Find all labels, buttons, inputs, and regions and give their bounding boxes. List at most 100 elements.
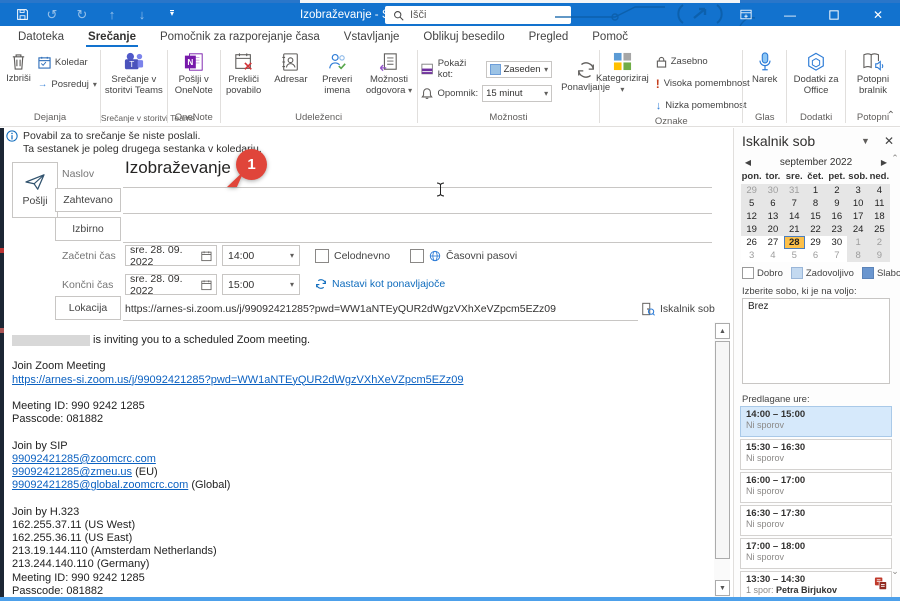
- calendar-day[interactable]: 27: [762, 236, 783, 249]
- calendar-day[interactable]: 29: [805, 236, 826, 249]
- minimize-button[interactable]: —: [768, 3, 812, 26]
- all-day-checkbox[interactable]: Celodnevno: [315, 249, 390, 263]
- calendar-day[interactable]: 31: [784, 184, 805, 197]
- suggested-time-slot[interactable]: 17:00 – 18:00 Ni sporov: [740, 538, 892, 569]
- calendar-day[interactable]: 26: [741, 236, 762, 249]
- low-importance-button[interactable]: ↓ Nizka pomembnost: [656, 96, 750, 115]
- calendar-day[interactable]: 6: [805, 249, 826, 262]
- message-body[interactable]: is inviting you to a scheduled Zoom meet…: [12, 334, 702, 598]
- ribbon-tab[interactable]: Pomočnik za razporejanje časa: [148, 26, 332, 47]
- calendar-day[interactable]: 9: [826, 197, 847, 210]
- collapse-ribbon-icon[interactable]: ⌃: [887, 110, 895, 121]
- categorize-button[interactable]: Kategoriziraj▾: [593, 49, 652, 95]
- redo-icon[interactable]: ↻: [74, 7, 90, 23]
- undo-icon[interactable]: ↺: [44, 7, 60, 23]
- send-to-onenote-button[interactable]: N Pošlji v OneNote: [168, 49, 220, 96]
- calendar-day[interactable]: 3: [847, 184, 868, 197]
- calendar-button[interactable]: Koledar: [38, 53, 97, 72]
- customize-toolbar-icon[interactable]: ▾: [164, 6, 180, 22]
- maximize-button[interactable]: [812, 3, 856, 26]
- ribbon-tab[interactable]: Srečanje: [76, 26, 148, 47]
- start-time-select[interactable]: 14:00 ▾: [222, 245, 300, 266]
- sidebar-scroll-up-icon[interactable]: ⌃: [890, 153, 900, 164]
- calendar-day[interactable]: 6: [762, 197, 783, 210]
- calendar-day[interactable]: 12: [741, 210, 762, 223]
- immersive-reader-button[interactable]: Potopni bralnik: [846, 49, 900, 96]
- calendar-day[interactable]: 24: [847, 223, 868, 236]
- scroll-thumb[interactable]: [715, 341, 730, 559]
- calendar-day[interactable]: 29: [741, 184, 762, 197]
- forward-button[interactable]: → Posreduj ▾: [38, 75, 97, 94]
- calendar-day[interactable]: 1: [847, 236, 868, 249]
- calendar-day[interactable]: 8: [805, 197, 826, 210]
- ribbon-tab[interactable]: Datoteka: [6, 26, 76, 47]
- scroll-up-arrow[interactable]: ▲: [715, 323, 730, 339]
- calendar-day[interactable]: 30: [762, 184, 783, 197]
- optional-attendees-button[interactable]: Izbirno: [55, 217, 121, 241]
- start-date-picker[interactable]: sre. 28. 09. 2022: [125, 245, 217, 266]
- body-link[interactable]: 99092421285@zoomcrc.com: [12, 453, 156, 465]
- body-link[interactable]: 99092421285@global.zoomcrc.com: [12, 479, 188, 491]
- calendar-day[interactable]: 17: [847, 210, 868, 223]
- reminder-select[interactable]: 15 minut ▾: [482, 85, 552, 102]
- suggested-time-slot[interactable]: 14:00 – 15:00 Ni sporov: [740, 406, 892, 437]
- ribbon-display-icon[interactable]: [724, 3, 768, 26]
- calendar-day[interactable]: 2: [826, 184, 847, 197]
- show-as-select[interactable]: Zaseden ▾: [486, 61, 553, 78]
- prev-month-arrow[interactable]: ◀: [742, 158, 754, 167]
- calendar-day[interactable]: 7: [826, 249, 847, 262]
- calendar-day[interactable]: 1: [805, 184, 826, 197]
- calendar-day[interactable]: 20: [762, 223, 783, 236]
- end-date-picker[interactable]: sre. 28. 09. 2022: [125, 274, 217, 295]
- calendar-day[interactable]: 13: [762, 210, 783, 223]
- suggested-time-slot[interactable]: 16:30 – 17:30 Ni sporov: [740, 505, 892, 536]
- calendar-day[interactable]: 16: [826, 210, 847, 223]
- body-link[interactable]: https://arnes-si.zoom.us/j/99092421285?p…: [12, 374, 464, 386]
- suggested-time-slot[interactable]: 16:00 – 17:00 Ni sporov: [740, 472, 892, 503]
- send-button[interactable]: Pošlji: [12, 162, 58, 218]
- panel-dropdown-icon[interactable]: ▼: [861, 136, 870, 146]
- save-icon[interactable]: [14, 7, 30, 23]
- required-attendees-button[interactable]: Zahtevano: [55, 188, 121, 212]
- suggested-time-slot[interactable]: 13:30 – 14:30 1 spor: Petra Birjukov: [740, 571, 892, 597]
- calendar-day[interactable]: 3: [741, 249, 762, 262]
- calendar-day[interactable]: 2: [869, 236, 890, 249]
- calendar-day[interactable]: 30: [826, 236, 847, 249]
- delete-button[interactable]: Izbriši: [3, 49, 34, 85]
- dictate-button[interactable]: Narek: [749, 49, 780, 86]
- body-link[interactable]: 99092421285@zmeu.us: [12, 466, 132, 478]
- calendar-day[interactable]: 8: [847, 249, 868, 262]
- teams-meeting-button[interactable]: T Srečanje v storitvi Teams: [101, 49, 167, 96]
- scroll-down-arrow[interactable]: ▼: [715, 580, 730, 596]
- calendar-day[interactable]: 19: [741, 223, 762, 236]
- calendar-day[interactable]: 5: [784, 249, 805, 262]
- panel-close-icon[interactable]: ✕: [884, 134, 894, 148]
- close-button[interactable]: ✕: [856, 3, 900, 26]
- room-list[interactable]: Brez: [742, 298, 890, 384]
- calendar-day[interactable]: 18: [869, 210, 890, 223]
- make-recurring-link[interactable]: Nastavi kot ponavljajoče: [315, 278, 445, 290]
- body-scrollbar[interactable]: ▲ ▼: [714, 322, 730, 597]
- calendar-day[interactable]: 4: [762, 249, 783, 262]
- calendar-day[interactable]: 5: [741, 197, 762, 210]
- calendar-day[interactable]: 15: [805, 210, 826, 223]
- meeting-title-value[interactable]: Izobraževanje: [125, 158, 231, 178]
- suggested-time-slot[interactable]: 15:30 – 16:30 Ni sporov: [740, 439, 892, 470]
- calendar-day[interactable]: 14: [784, 210, 805, 223]
- calendar-day[interactable]: 23: [826, 223, 847, 236]
- move-up-icon[interactable]: ↑: [104, 7, 120, 23]
- check-names-button[interactable]: Preveri imena: [315, 49, 359, 96]
- private-button[interactable]: Zasebno: [656, 52, 750, 71]
- office-addins-button[interactable]: Dodatki za Office: [787, 49, 845, 96]
- optional-attendees-field[interactable]: [123, 242, 712, 243]
- room-list-item[interactable]: Brez: [743, 299, 889, 314]
- calendar-day[interactable]: 4: [869, 184, 890, 197]
- location-button[interactable]: Lokacija: [55, 296, 121, 320]
- calendar-day[interactable]: 10: [847, 197, 868, 210]
- required-attendees-field[interactable]: [123, 213, 712, 214]
- address-book-button[interactable]: Adresar: [269, 49, 313, 86]
- location-value[interactable]: https://arnes-si.zoom.us/j/99092421285?p…: [125, 303, 556, 315]
- calendar-day[interactable]: 21: [784, 223, 805, 236]
- room-finder-button[interactable]: Iskalnik sob: [641, 299, 715, 319]
- high-importance-button[interactable]: ! Visoka pomembnost: [656, 74, 750, 93]
